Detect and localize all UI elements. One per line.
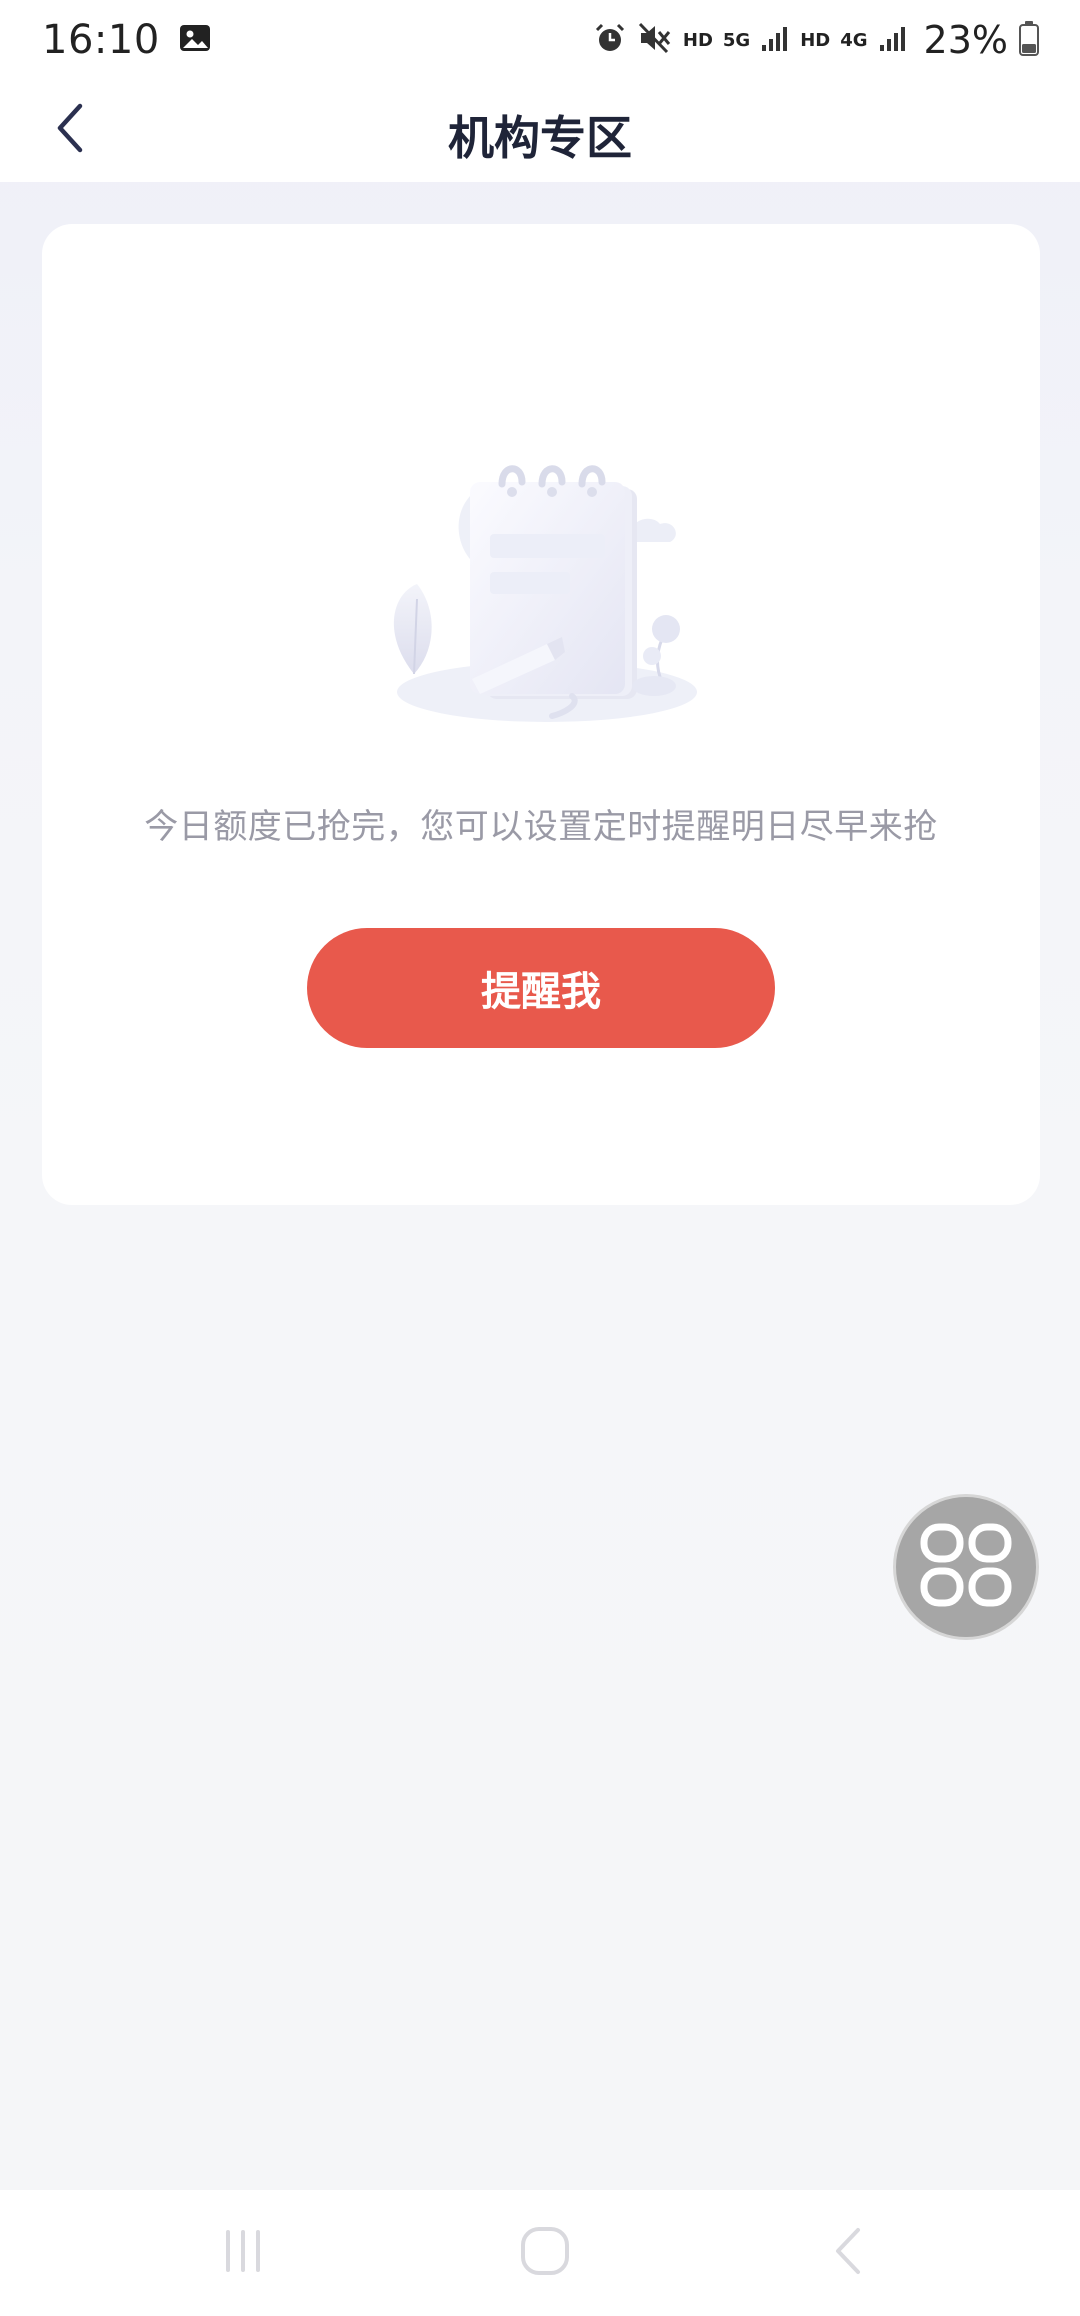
page-title: 机构专区 (448, 111, 632, 165)
recent-apps-button[interactable] (203, 2218, 283, 2288)
remind-me-button[interactable]: 提醒我 (307, 928, 775, 1048)
header-bar: 机构专区 (0, 80, 1080, 182)
home-icon (518, 2224, 572, 2282)
notepad-illustration (362, 424, 732, 734)
alarm-icon (593, 21, 627, 60)
system-back-button[interactable] (808, 2218, 888, 2288)
status-bar: 16:10 HD 5G HD 4G 23% (0, 0, 1080, 80)
grid-apps-icon (918, 1517, 1014, 1617)
battery-icon (1018, 20, 1040, 61)
floating-apps-button[interactable] (893, 1494, 1039, 1640)
hd-label-2: HD (800, 29, 831, 51)
back-icon (828, 2224, 868, 2282)
status-left: 16:10 (42, 17, 212, 63)
network-label-2: 4G (840, 29, 868, 51)
empty-state-card: 今日额度已抢完，您可以设置定时提醒明日尽早来抢 提醒我 (42, 224, 1040, 1205)
empty-message: 今日额度已抢完，您可以设置定时提醒明日尽早来抢 (144, 807, 938, 847)
network-label-1: 5G (722, 29, 751, 51)
mute-icon (637, 21, 673, 60)
recent-apps-icon (218, 2226, 268, 2280)
signal-icon (878, 23, 908, 58)
status-time: 16:10 (42, 17, 160, 63)
status-right: HD 5G HD 4G 23% (593, 18, 1040, 62)
system-nav-bar (0, 2190, 1080, 2316)
home-button[interactable] (505, 2218, 585, 2288)
battery-percent: 23% (923, 18, 1008, 62)
signal-icon (760, 23, 790, 58)
hd-label-1: HD (682, 29, 713, 51)
image-icon (178, 21, 212, 59)
